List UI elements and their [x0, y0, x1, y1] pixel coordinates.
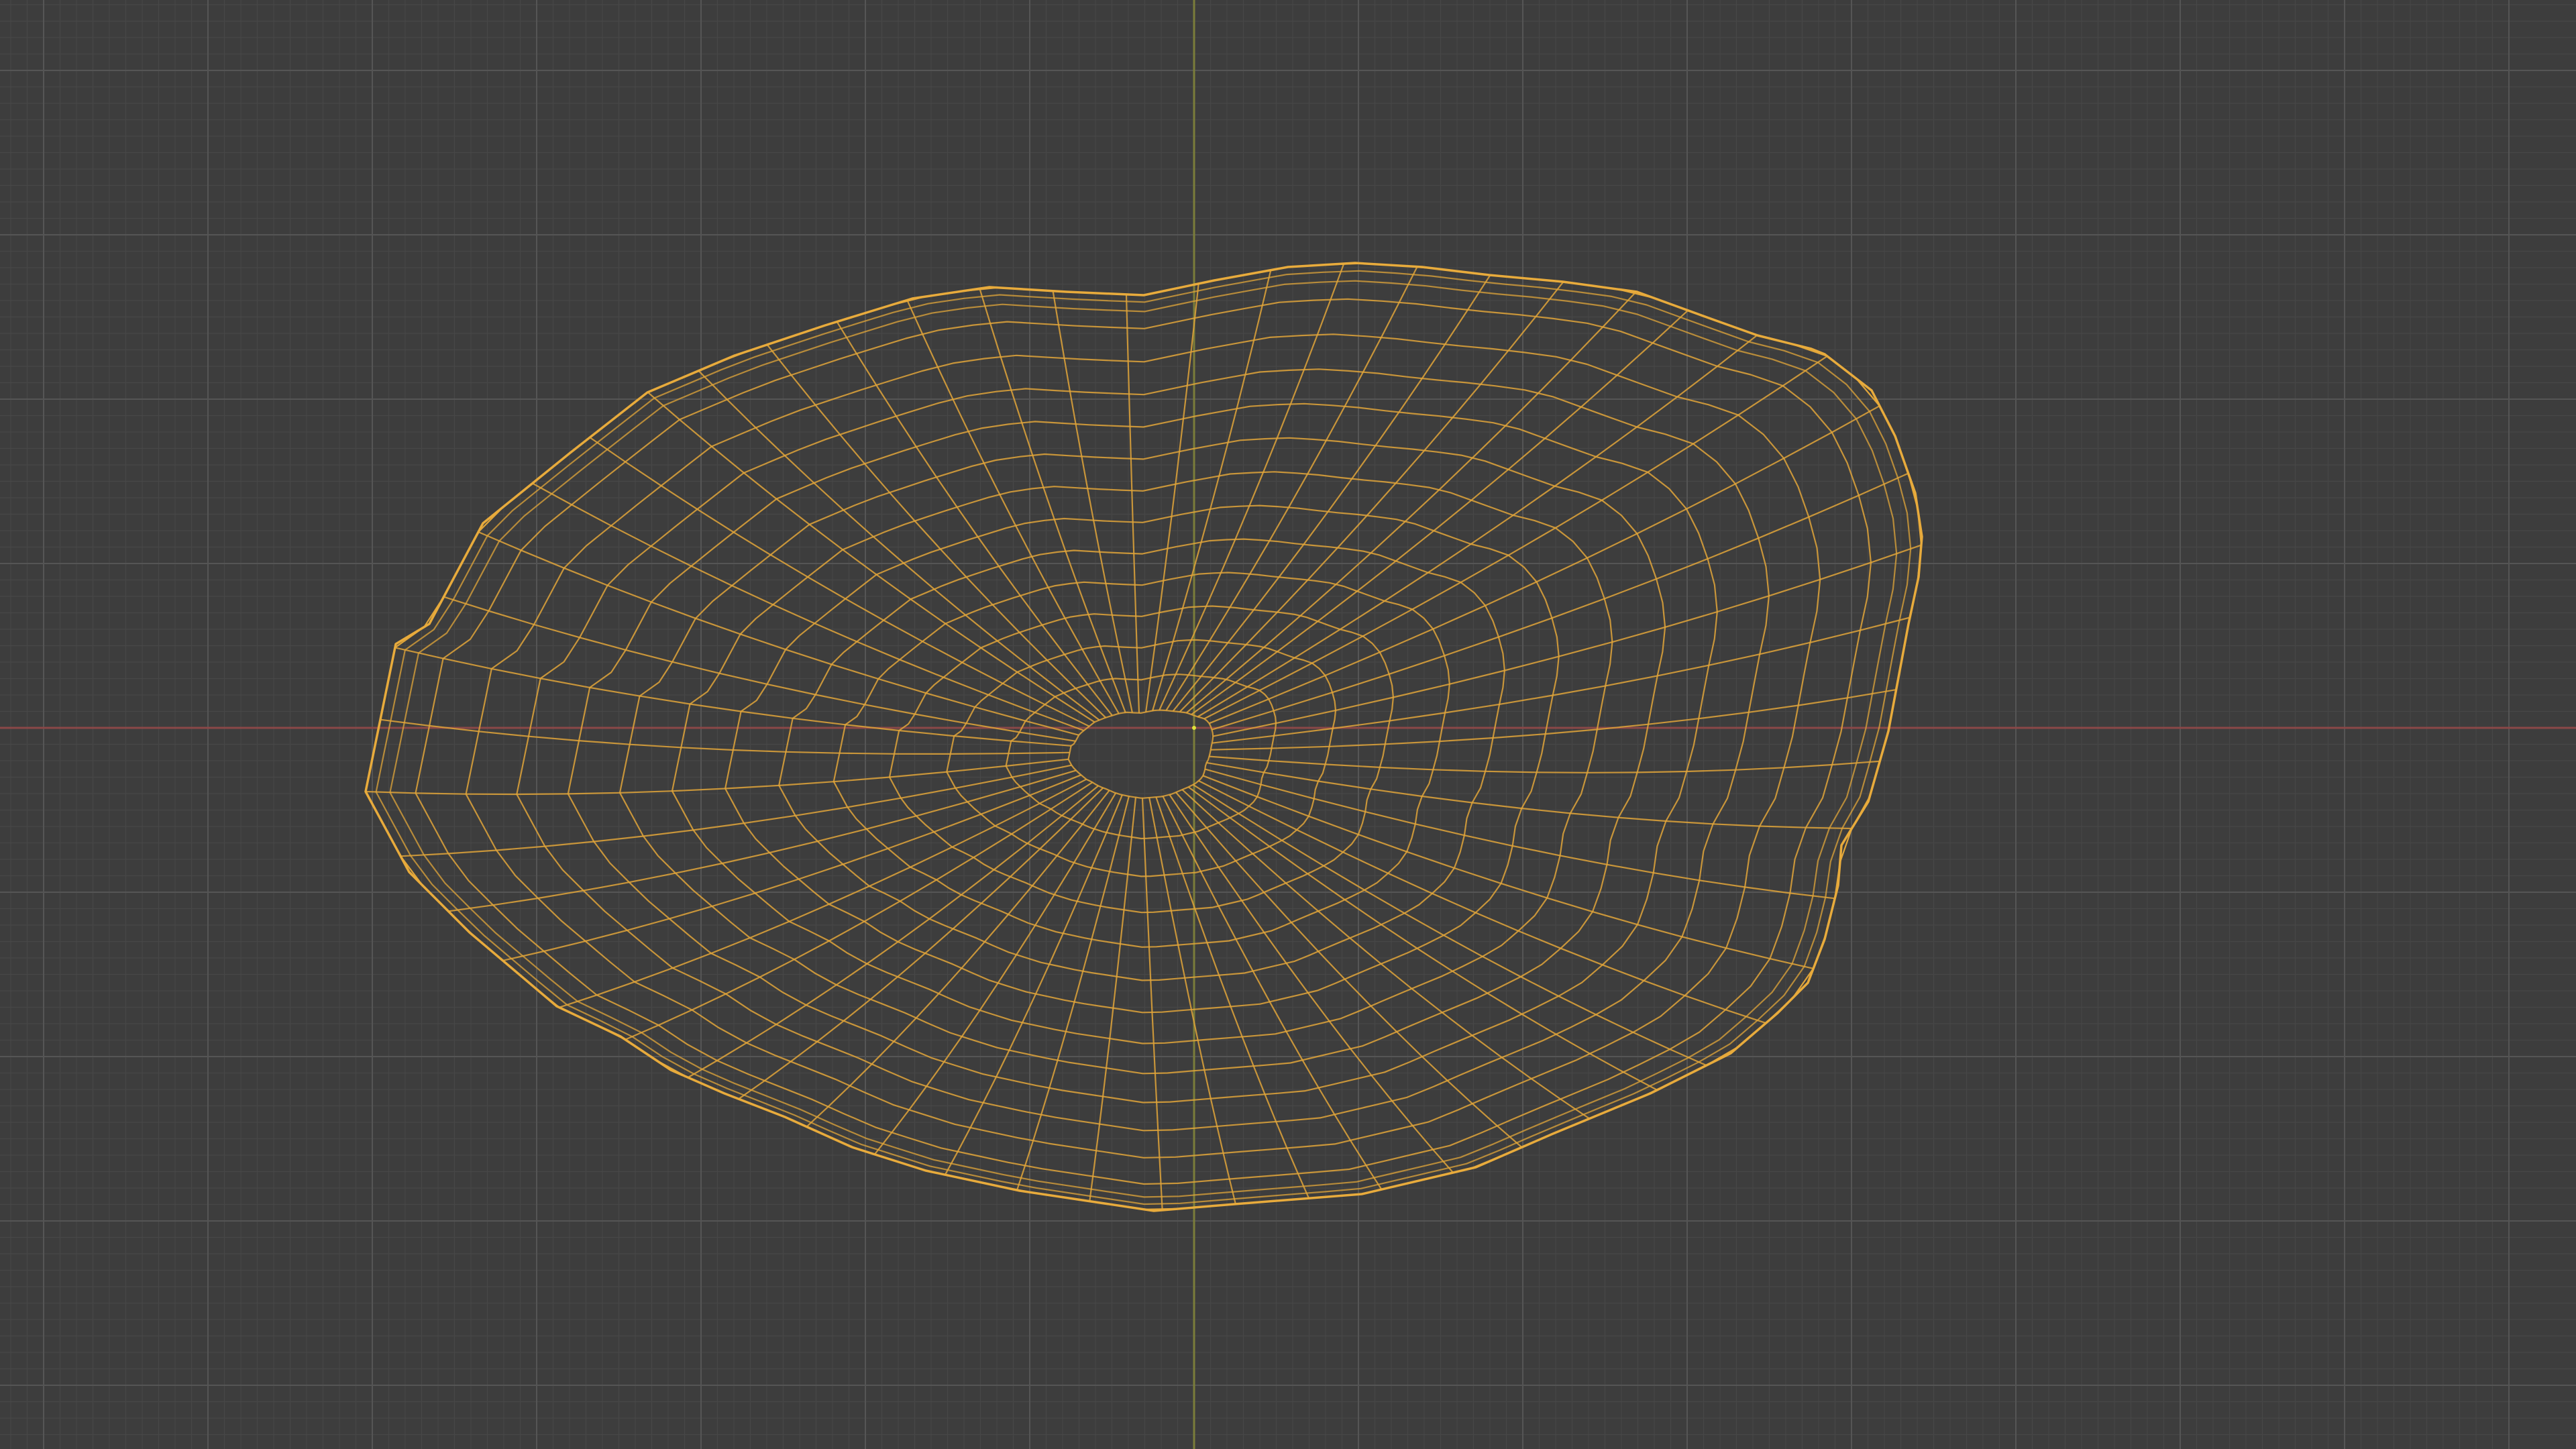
object-origin-dot — [1192, 726, 1196, 730]
viewport-background — [0, 0, 2576, 1449]
3d-viewport[interactable] — [0, 0, 2576, 1449]
